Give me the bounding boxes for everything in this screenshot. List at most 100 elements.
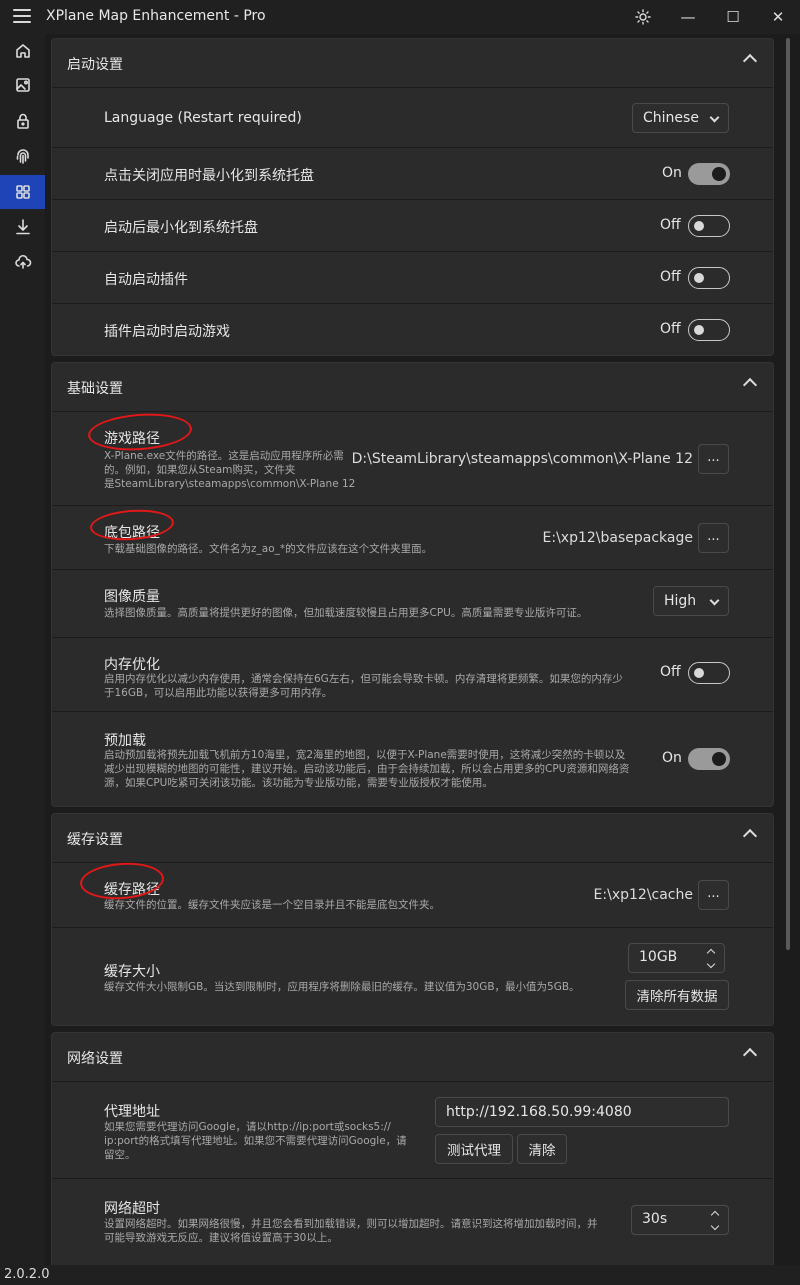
- close-button[interactable]: ✕: [756, 0, 800, 34]
- chevron-up-icon[interactable]: [706, 948, 716, 958]
- chevron-up-icon[interactable]: [742, 828, 758, 844]
- preload-toggle[interactable]: [688, 748, 730, 770]
- section-startup-header[interactable]: 启动设置: [52, 39, 773, 87]
- section-network-header[interactable]: 网络设置: [52, 1033, 773, 1081]
- section-basic-header[interactable]: 基础设置: [52, 363, 773, 411]
- image-quality-value: High: [664, 593, 697, 609]
- sidebar-item-lock[interactable]: [0, 104, 45, 138]
- maximize-button[interactable]: ☐: [711, 0, 755, 34]
- browse-button[interactable]: ...: [698, 523, 729, 553]
- setting-row-cache-path: 缓存路径 缓存文件的位置。缓存文件夹应该是一个空目录并且不能是底包文件夹。 E:…: [52, 860, 773, 927]
- minimize-after-start-toggle[interactable]: [688, 215, 730, 237]
- game-path-desc: X-Plane.exe文件的路径。这是启动应用程序所必需 的。例如，如果您从St…: [104, 450, 356, 490]
- menu-icon[interactable]: [13, 9, 31, 23]
- sidebar-item-fingerprint[interactable]: [0, 139, 45, 173]
- scrollbar[interactable]: [786, 38, 790, 950]
- auto-start-plugin-toggle[interactable]: [688, 267, 730, 289]
- image-icon: [15, 78, 30, 92]
- toggle-state-text: On: [662, 165, 682, 181]
- language-label: Language (Restart required): [104, 110, 302, 126]
- browse-button[interactable]: ...: [698, 444, 729, 474]
- minimize-button[interactable]: —: [666, 0, 710, 34]
- chevron-up-icon[interactable]: [710, 1210, 720, 1220]
- cache-size-stepper[interactable]: 10GB: [628, 943, 725, 973]
- setting-row-proxy: 代理地址 如果您需要代理访问Google，请以http://ip:port或so…: [52, 1081, 773, 1178]
- sidebar-item-image[interactable]: [0, 68, 45, 102]
- base-package-value: E:\xp12\basepackage: [542, 530, 693, 546]
- annotation-circle: [86, 410, 194, 454]
- preload-desc: 启动预加载将预先加载飞机前方10海里，宽2海里的地图，以便于X-Plane需要时…: [104, 749, 630, 789]
- chevron-up-icon[interactable]: [742, 1047, 758, 1063]
- test-proxy-button[interactable]: 测试代理: [435, 1134, 513, 1164]
- setting-row-start-game: 插件启动时启动游戏 Off: [52, 303, 773, 355]
- cloud-upload-icon: [14, 254, 31, 269]
- section-title: 缓存设置: [67, 832, 123, 848]
- browse-button[interactable]: ...: [698, 880, 729, 910]
- sidebar-item-cloud[interactable]: [0, 245, 45, 279]
- section-title: 基础设置: [67, 381, 123, 397]
- settings-content[interactable]: 启动设置 Language (Restart required) Chinese…: [45, 34, 785, 1272]
- sidebar: [0, 34, 45, 1265]
- section-basic: 基础设置 游戏路径 X-Plane.exe文件的路径。这是启动应用程序所必需 的…: [51, 362, 774, 807]
- minimize-on-close-label: 点击关闭应用时最小化到系统托盘: [104, 168, 314, 184]
- chevron-down-icon[interactable]: [706, 959, 716, 969]
- annotation-circle: [89, 507, 175, 543]
- version-label: 2.0.2.0: [4, 1267, 50, 1282]
- proxy-input[interactable]: [435, 1097, 729, 1127]
- cache-path-value: E:\xp12\cache: [593, 887, 693, 903]
- sidebar-item-home[interactable]: [0, 34, 45, 68]
- language-select[interactable]: Chinese: [632, 103, 729, 133]
- sidebar-item-grid[interactable]: [0, 175, 45, 209]
- section-cache: 缓存设置 缓存路径 缓存文件的位置。缓存文件夹应该是一个空目录并且不能是底包文件…: [51, 813, 774, 1026]
- section-cache-header[interactable]: 缓存设置: [52, 814, 773, 862]
- minimize-on-close-toggle[interactable]: [688, 163, 730, 185]
- clear-all-data-button[interactable]: 清除所有数据: [625, 980, 729, 1010]
- chevron-up-icon[interactable]: [742, 53, 758, 69]
- setting-row-minimize-on-close: 点击关闭应用时最小化到系统托盘 On: [52, 147, 773, 199]
- section-title: 网络设置: [67, 1051, 123, 1067]
- auto-start-plugin-label: 自动启动插件: [104, 272, 188, 288]
- cache-size-label: 缓存大小: [104, 964, 160, 980]
- chevron-down-icon: [709, 112, 720, 123]
- setting-row-language: Language (Restart required) Chinese: [52, 87, 773, 147]
- grid-icon: [15, 185, 30, 199]
- start-game-toggle[interactable]: [688, 319, 730, 341]
- setting-row-game-path: 游戏路径 X-Plane.exe文件的路径。这是启动应用程序所必需 的。例如，如…: [52, 410, 773, 505]
- proxy-desc: 如果您需要代理访问Google，请以http://ip:port或socks5:…: [104, 1121, 407, 1161]
- lock-icon: [16, 113, 29, 129]
- toggle-state-text: Off: [660, 664, 681, 680]
- image-quality-select[interactable]: High: [653, 586, 729, 616]
- setting-row-minimize-after-start: 启动后最小化到系统托盘 Off: [52, 199, 773, 251]
- download-icon: [15, 219, 30, 235]
- image-quality-desc: 选择图像质量。高质量将提供更好的图像，但加载速度较慢且占用更多CPU。高质量需要…: [104, 607, 588, 619]
- sun-icon[interactable]: [621, 0, 665, 34]
- setting-row-image-quality: 图像质量 选择图像质量。高质量将提供更好的图像，但加载速度较慢且占用更多CPU。…: [52, 569, 773, 637]
- setting-row-preload: 预加载 启动预加载将预先加载飞机前方10海里，宽2海里的地图，以便于X-Plan…: [52, 711, 773, 807]
- proxy-label: 代理地址: [104, 1104, 160, 1120]
- title-bar: XPlane Map Enhancement - Pro — ☐ ✕: [0, 0, 800, 34]
- toggle-state-text: Off: [660, 269, 681, 285]
- fingerprint-icon: [16, 149, 29, 164]
- home-icon: [15, 44, 30, 58]
- setting-row-base-package: 底包路径 下载基础图像的路径。文件名为z_ao_*的文件应该在这个文件夹里面。 …: [52, 505, 773, 569]
- game-path-value: D:\SteamLibrary\steamapps\common\X-Plane…: [351, 451, 693, 467]
- section-startup: 启动设置 Language (Restart required) Chinese…: [51, 38, 774, 356]
- start-game-label: 插件启动时启动游戏: [104, 324, 230, 340]
- timeout-desc: 设置网络超时。如果网络很慢，并且您会看到加载错误，则可以增加超时。请意识到这将增…: [104, 1218, 598, 1244]
- chevron-up-icon[interactable]: [742, 377, 758, 393]
- minimize-after-start-label: 启动后最小化到系统托盘: [104, 220, 258, 236]
- preload-label: 预加载: [104, 733, 146, 749]
- memory-desc: 启用内存优化以减少内存使用，通常会保持在6G左右，但可能会导致卡顿。内存清理将更…: [104, 673, 623, 699]
- toggle-state-text: Off: [660, 217, 681, 233]
- timeout-label: 网络超时: [104, 1201, 160, 1217]
- timeout-value: 30s: [642, 1211, 668, 1227]
- clear-proxy-button[interactable]: 清除: [517, 1134, 567, 1164]
- chevron-down-icon[interactable]: [710, 1221, 720, 1231]
- setting-row-auto-start-plugin: 自动启动插件 Off: [52, 251, 773, 303]
- memory-toggle[interactable]: [688, 662, 730, 684]
- memory-label: 内存优化: [104, 657, 160, 673]
- cache-path-desc: 缓存文件的位置。缓存文件夹应该是一个空目录并且不能是底包文件夹。: [104, 899, 440, 911]
- sidebar-item-download[interactable]: [0, 210, 45, 244]
- timeout-stepper[interactable]: 30s: [631, 1205, 729, 1235]
- cache-size-desc: 缓存文件大小限制GB。当达到限制时，应用程序将删除最旧的缓存。建议值为30GB，…: [104, 981, 580, 993]
